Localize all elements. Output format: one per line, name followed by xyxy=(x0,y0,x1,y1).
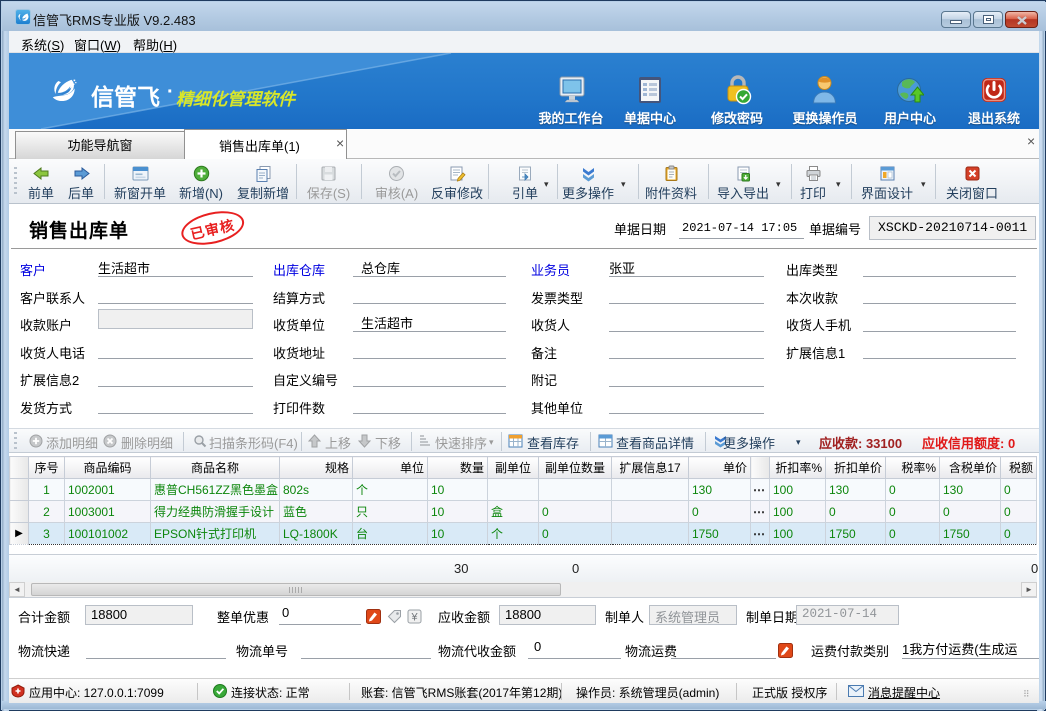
svg-text:¥: ¥ xyxy=(410,612,418,624)
